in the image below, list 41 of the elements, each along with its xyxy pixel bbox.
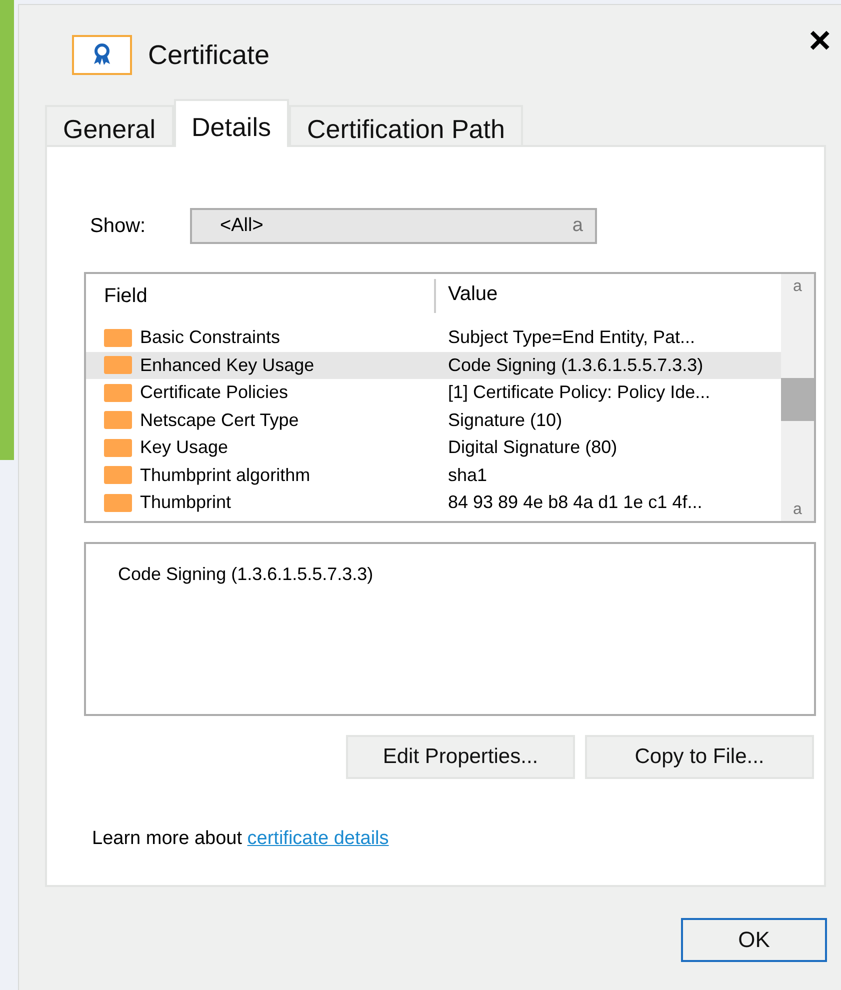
column-header[interactable]: Field (86, 279, 436, 313)
field-name: Netscape Cert Type (140, 410, 299, 431)
scroll-up-button[interactable]: a (793, 278, 802, 296)
show-dropdown[interactable]: <All> a (190, 208, 597, 244)
scrollbar[interactable]: a a (781, 274, 814, 521)
list-row[interactable]: Thumbprint 84 93 89 4e b8 4a d1 1e c1 4f... (86, 489, 781, 516)
window-title: Certificate (148, 40, 270, 70)
field-name: Thumbprint (140, 492, 232, 514)
field-name: Basic Constraints (140, 327, 280, 348)
list-row[interactable]: Key Usage Digital Signature (80) (86, 434, 781, 462)
details-link[interactable]: certificate details (247, 828, 389, 849)
action-button[interactable]: Edit Properties... (346, 735, 575, 779)
list-row[interactable]: Netscape Cert Type Signature (10) (86, 406, 781, 434)
action-button[interactable]: Copy to File... (585, 735, 814, 779)
certificate-icon (72, 35, 132, 75)
field-name: Thumbprint algorithm (140, 464, 310, 486)
list-row[interactable]: Enhanced Key Usage Code Signing (1.3.6.1.5.5.7.3.3) (86, 352, 781, 379)
scroll-thumb[interactable] (781, 378, 814, 421)
tab[interactable]: Details (174, 99, 289, 147)
list-row[interactable]: Certificate Policies [1] Certificate Policy: Policy Ide... (86, 379, 781, 406)
field-value: Subject Type=End Entity, Pat... (447, 327, 695, 348)
field-value: Code Signing (1.3.6.1.5.5.7.3.3) (447, 354, 704, 376)
field-name: Enhanced Key Usage (140, 354, 314, 376)
field-value: sha1 (447, 464, 488, 486)
field-name: Certificate Policies (140, 382, 288, 404)
list-row[interactable]: Basic Constraints Subject Type=End Entity, Pat... (86, 324, 781, 352)
tab[interactable]: Certification Path (288, 105, 523, 145)
detail-text: Code Signing (1.3.6.1.5.5.7.3.3) (118, 564, 374, 584)
show-label: Show: (90, 214, 147, 238)
list-row[interactable]: Thumbprint algorithm sha1 (86, 462, 781, 489)
field-value: Signature (10) (447, 410, 562, 431)
learn-more-text: Learn more about certificate details (92, 828, 390, 850)
column-header[interactable]: Value (436, 282, 498, 306)
ok-button[interactable]: OK (681, 918, 827, 962)
field-value: [1] Certificate Policy: Policy Ide... (447, 382, 710, 404)
field-value: 84 93 89 4e b8 4a d1 1e c1 4f... (447, 492, 702, 514)
field-value: Digital Signature (80) (447, 437, 618, 458)
field-name: Key Usage (140, 437, 228, 458)
scroll-down-button[interactable]: a (793, 501, 802, 519)
tab[interactable]: General (45, 105, 174, 145)
close-button[interactable]: × (804, 20, 835, 62)
